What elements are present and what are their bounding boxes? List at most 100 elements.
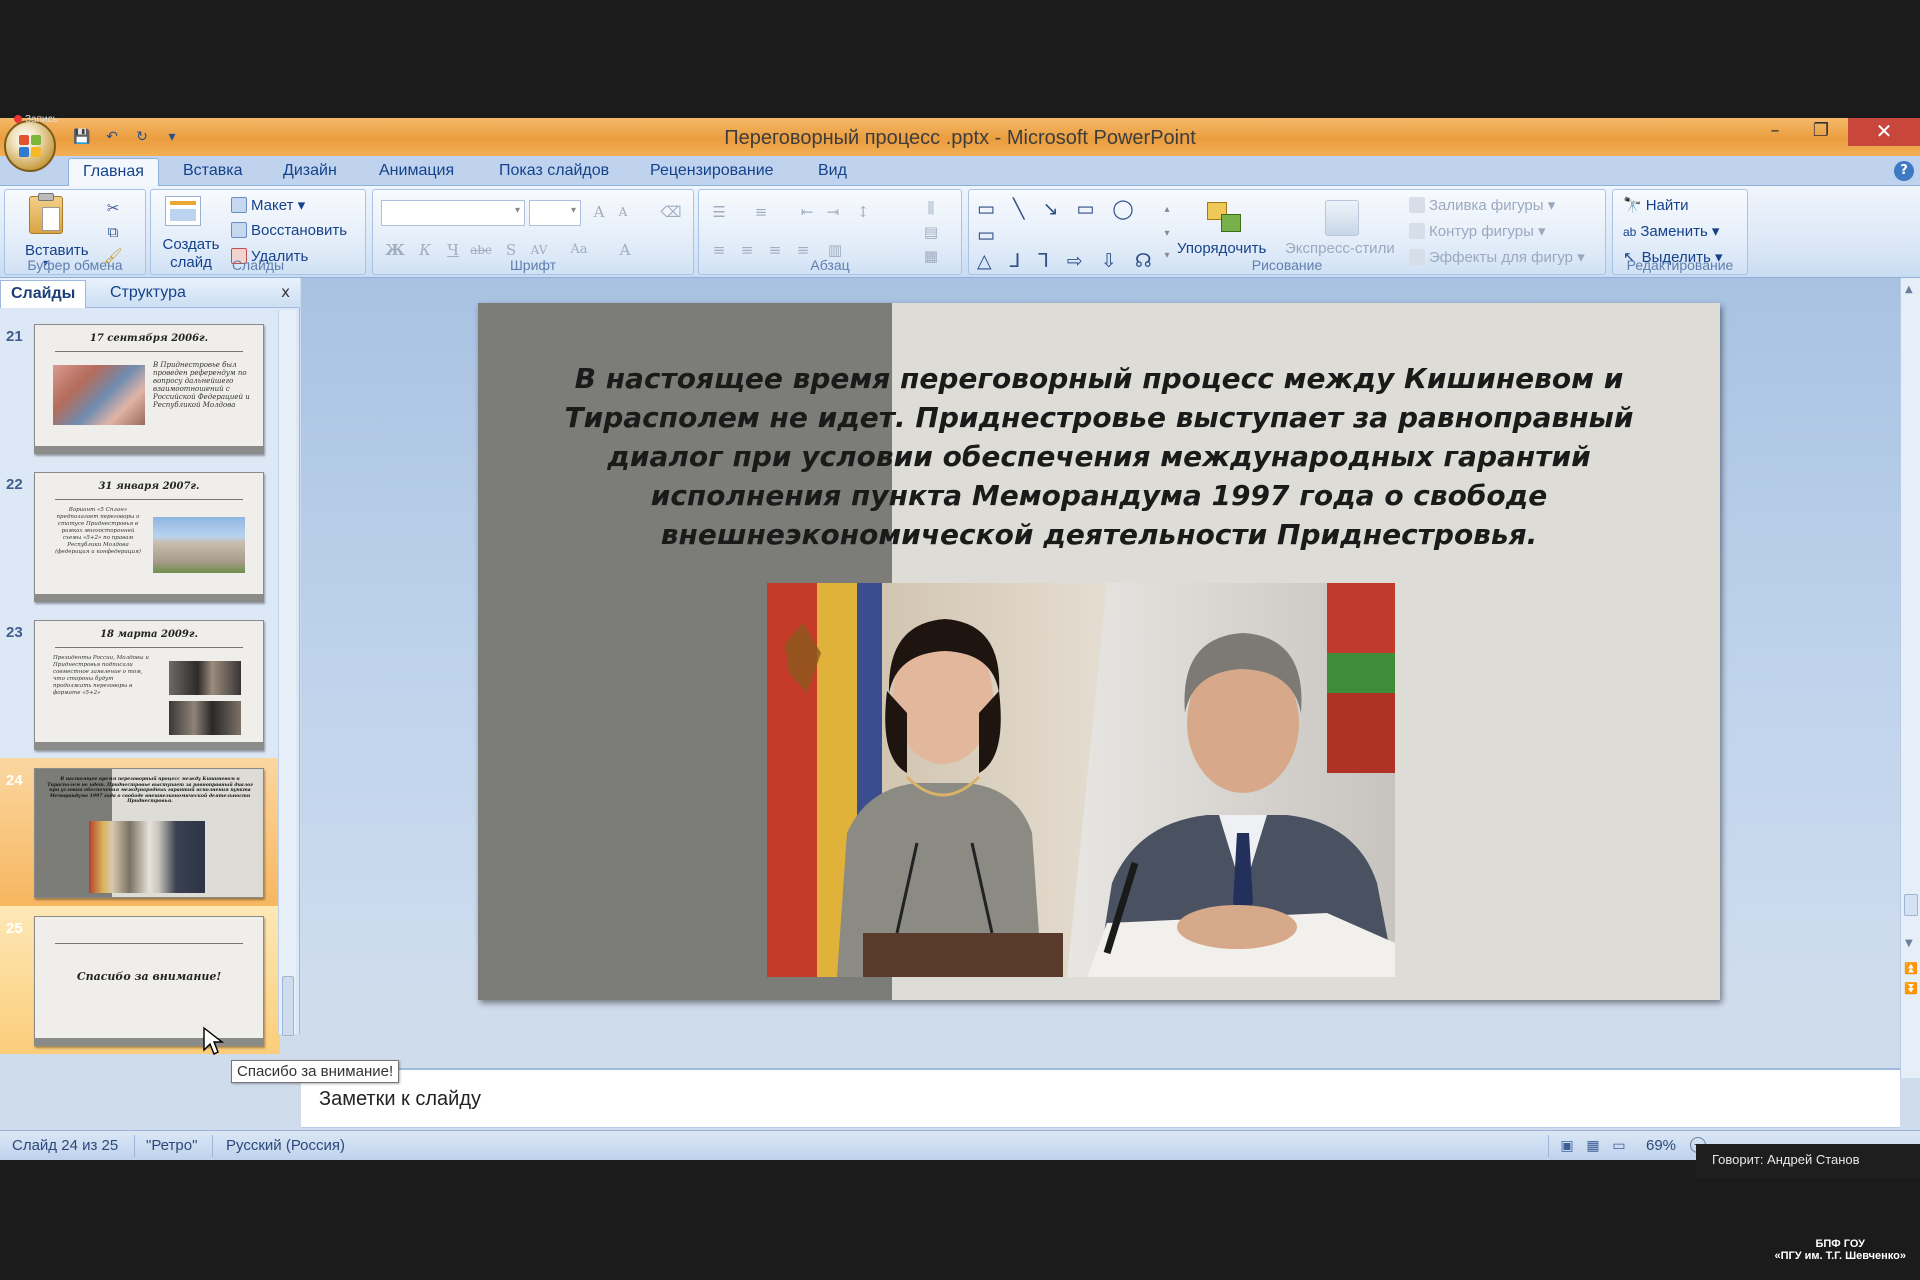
building-photo (153, 517, 245, 573)
scrollbar-thumb[interactable] (282, 976, 294, 1036)
tab-view[interactable]: Вид (818, 162, 847, 180)
slide-scrollbar[interactable]: ▲ ▼ ⏫ ⏬ (1900, 278, 1920, 1078)
find-button[interactable]: 🔭 Найти (1623, 196, 1689, 214)
help-icon[interactable]: ? (1894, 161, 1914, 181)
increase-indent-icon[interactable]: ⇥ (821, 200, 845, 224)
tab-review[interactable]: Рецензирование (650, 162, 774, 180)
thumbnail-preview: 31 января 2007г. Вариант «5 Сплан» предп… (34, 472, 264, 602)
tab-home[interactable]: Главная (68, 158, 159, 187)
restore-button[interactable]: ❐ (1798, 118, 1844, 146)
clear-formatting-icon[interactable]: ⌫ (659, 200, 683, 224)
scroll-up-icon[interactable]: ▲ (1905, 284, 1913, 295)
thumbnail-preview: 17 сентября 2006г. В Приднестровье был п… (34, 324, 264, 454)
powerpoint-window: 💾 ↶ ↻ ▾ Переговорный процесс .pptx - Mic… (0, 118, 1920, 1160)
status-separator (1548, 1135, 1549, 1157)
thumbnail-footer-bar (35, 742, 263, 749)
quick-styles-button[interactable]: Экспресс-стили (1285, 240, 1395, 257)
layout-button[interactable]: Макет ▾ (231, 196, 305, 214)
watermark-line-1: БПФ ГОУ (1815, 1238, 1865, 1250)
new-slide-icon[interactable] (165, 196, 209, 236)
paste-button[interactable] (19, 193, 73, 248)
clipboard-group-label: Буфер обмена (27, 257, 123, 273)
font-size-input[interactable]: ▾ (529, 200, 581, 226)
copy-icon[interactable]: ⧉ (101, 220, 125, 244)
group-editing: 🔭 Найти ab Заменить ▾ ↖ Выделить ▾ Редактир… (1612, 189, 1748, 275)
minimize-button[interactable]: – (1752, 118, 1798, 146)
notes-placeholder: Заметки к слайду (319, 1088, 481, 1110)
thumbnail-slide-22[interactable]: 22 31 января 2007г. Вариант «5 Сплан» пр… (0, 462, 280, 610)
next-slide-icon[interactable]: ⏬ (1904, 982, 1918, 995)
clipboard-icon (29, 193, 63, 234)
align-text-icon[interactable]: ▤ (919, 220, 943, 244)
language-indicator[interactable]: Русский (Россия) (226, 1137, 345, 1154)
replace-button[interactable]: ab Заменить ▾ (1623, 222, 1719, 240)
tab-design[interactable]: Дизайн (283, 162, 337, 180)
shrink-font-icon[interactable]: A (611, 200, 635, 224)
current-slide[interactable]: В настоящее время переговорный процесс м… (478, 303, 1720, 1000)
thumbnail-slide-25[interactable]: 25 Спасибо за внимание! (0, 906, 280, 1054)
grow-font-icon[interactable]: A (587, 200, 611, 224)
font-name-input[interactable]: ▾ (381, 200, 525, 226)
shape-fill-icon (1409, 197, 1425, 213)
ribbon-tabs: Главная Вставка Дизайн Анимация Показ сл… (0, 156, 1920, 187)
thumbnail-text: Спасибо за внимание! (76, 970, 222, 983)
status-separator (212, 1135, 213, 1157)
thumbnail-divider (55, 647, 243, 648)
text-direction-icon[interactable]: ⫼ (919, 196, 943, 220)
pane-close-icon[interactable]: x (281, 283, 290, 301)
meeting-photo-2 (169, 701, 241, 735)
reset-icon (231, 222, 247, 238)
gallery-scroll-down-icon[interactable]: ▾ (1155, 222, 1179, 246)
slideshow-view-icon[interactable]: ▭ (1608, 1136, 1630, 1156)
group-drawing: ▭ ╲ ↘ ▭ ◯ ▭△ ⅃ ⅂ ⇨ ⇩ ☊ϟ ╮ ∩ { } ☆ ▴ ▾ ▾ … (968, 189, 1606, 298)
watermark-line-2: «ПГУ им. Т.Г. Шевченко» (1774, 1250, 1906, 1262)
thumbnail-slide-23[interactable]: 23 18 марта 2009г. Президенты России, Мо… (0, 610, 280, 758)
tab-slides[interactable]: Слайды (0, 280, 87, 308)
shape-fill-button[interactable]: Заливка фигуры ▾ (1409, 196, 1555, 214)
slide-sorter-icon[interactable]: ▦ (1582, 1136, 1604, 1156)
window-title: Переговорный процесс .pptx - Microsoft P… (724, 127, 1196, 149)
reset-button[interactable]: Восстановить (231, 222, 347, 239)
slide-body-text[interactable]: В настоящее время переговорный процесс м… (538, 359, 1660, 554)
shape-outline-icon (1409, 223, 1425, 239)
ribbon: Вставить ▾ ✂ ⧉ 🖌 Буфер обмена Создать сл… (0, 186, 1920, 298)
tab-slideshow[interactable]: Показ слайдов (499, 162, 609, 180)
tab-animation[interactable]: Анимация (379, 162, 454, 180)
bullets-icon[interactable]: ☰ (707, 200, 731, 224)
slide-photo[interactable] (767, 583, 1395, 977)
tab-insert[interactable]: Вставка (183, 162, 242, 180)
thumbnail-photo (89, 821, 205, 893)
thumbnail-slide-21[interactable]: 21 17 сентября 2006г. В Приднестровье бы… (0, 314, 280, 462)
theme-name[interactable]: "Ретро" (146, 1137, 197, 1154)
quick-styles-icon (1325, 200, 1359, 236)
paragraph-group-label: Абзац (810, 257, 850, 273)
thumbnails-scrollbar[interactable] (278, 310, 296, 1036)
thumbnail-tooltip: Спасибо за внимание! (231, 1060, 400, 1083)
scroll-down-icon[interactable]: ▼ (1905, 938, 1913, 949)
scroll-thumb[interactable] (1904, 894, 1918, 916)
gallery-scroll-up-icon[interactable]: ▴ (1155, 198, 1179, 222)
thumbnail-footer-bar (35, 446, 263, 453)
numbering-icon[interactable]: ≡ (749, 200, 773, 224)
arrange-icon (1205, 200, 1245, 236)
cut-icon[interactable]: ✂ (101, 196, 125, 220)
thumbnail-title: 31 января 2007г. (98, 481, 200, 492)
close-button[interactable]: ✕ (1848, 118, 1920, 146)
previous-slide-icon[interactable]: ⏫ (1904, 962, 1918, 975)
thumbnail-slide-24[interactable]: 24 В настоящее время переговорный процес… (0, 758, 280, 906)
zoom-level[interactable]: 69% (1646, 1137, 1676, 1154)
tab-outline[interactable]: Структура (100, 280, 196, 308)
thumbnail-divider (55, 943, 243, 944)
editing-group-label: Редактирование (1626, 257, 1734, 273)
title-bar: 💾 ↶ ↻ ▾ Переговорный процесс .pptx - Mic… (0, 118, 1920, 172)
arrange-button[interactable]: Упорядочить (1177, 240, 1266, 257)
normal-view-icon[interactable]: ▣ (1556, 1136, 1578, 1156)
line-spacing-icon[interactable]: ↕ (851, 200, 875, 224)
decrease-indent-icon[interactable]: ⇤ (795, 200, 819, 224)
notes-pane[interactable]: Заметки к слайду (301, 1068, 1900, 1128)
group-paragraph: ☰ ≡ ⇤ ⇥ ↕ ⫼ ▤ ▦ ≡ ≡ ≡ ≡ ▥ Абзац (698, 189, 962, 275)
leaders-photo (767, 583, 1395, 977)
shape-outline-button[interactable]: Контур фигуры ▾ (1409, 222, 1546, 240)
thumbnail-preview: 18 марта 2009г. Президенты России, Молдо… (34, 620, 264, 750)
office-button[interactable] (4, 120, 56, 172)
